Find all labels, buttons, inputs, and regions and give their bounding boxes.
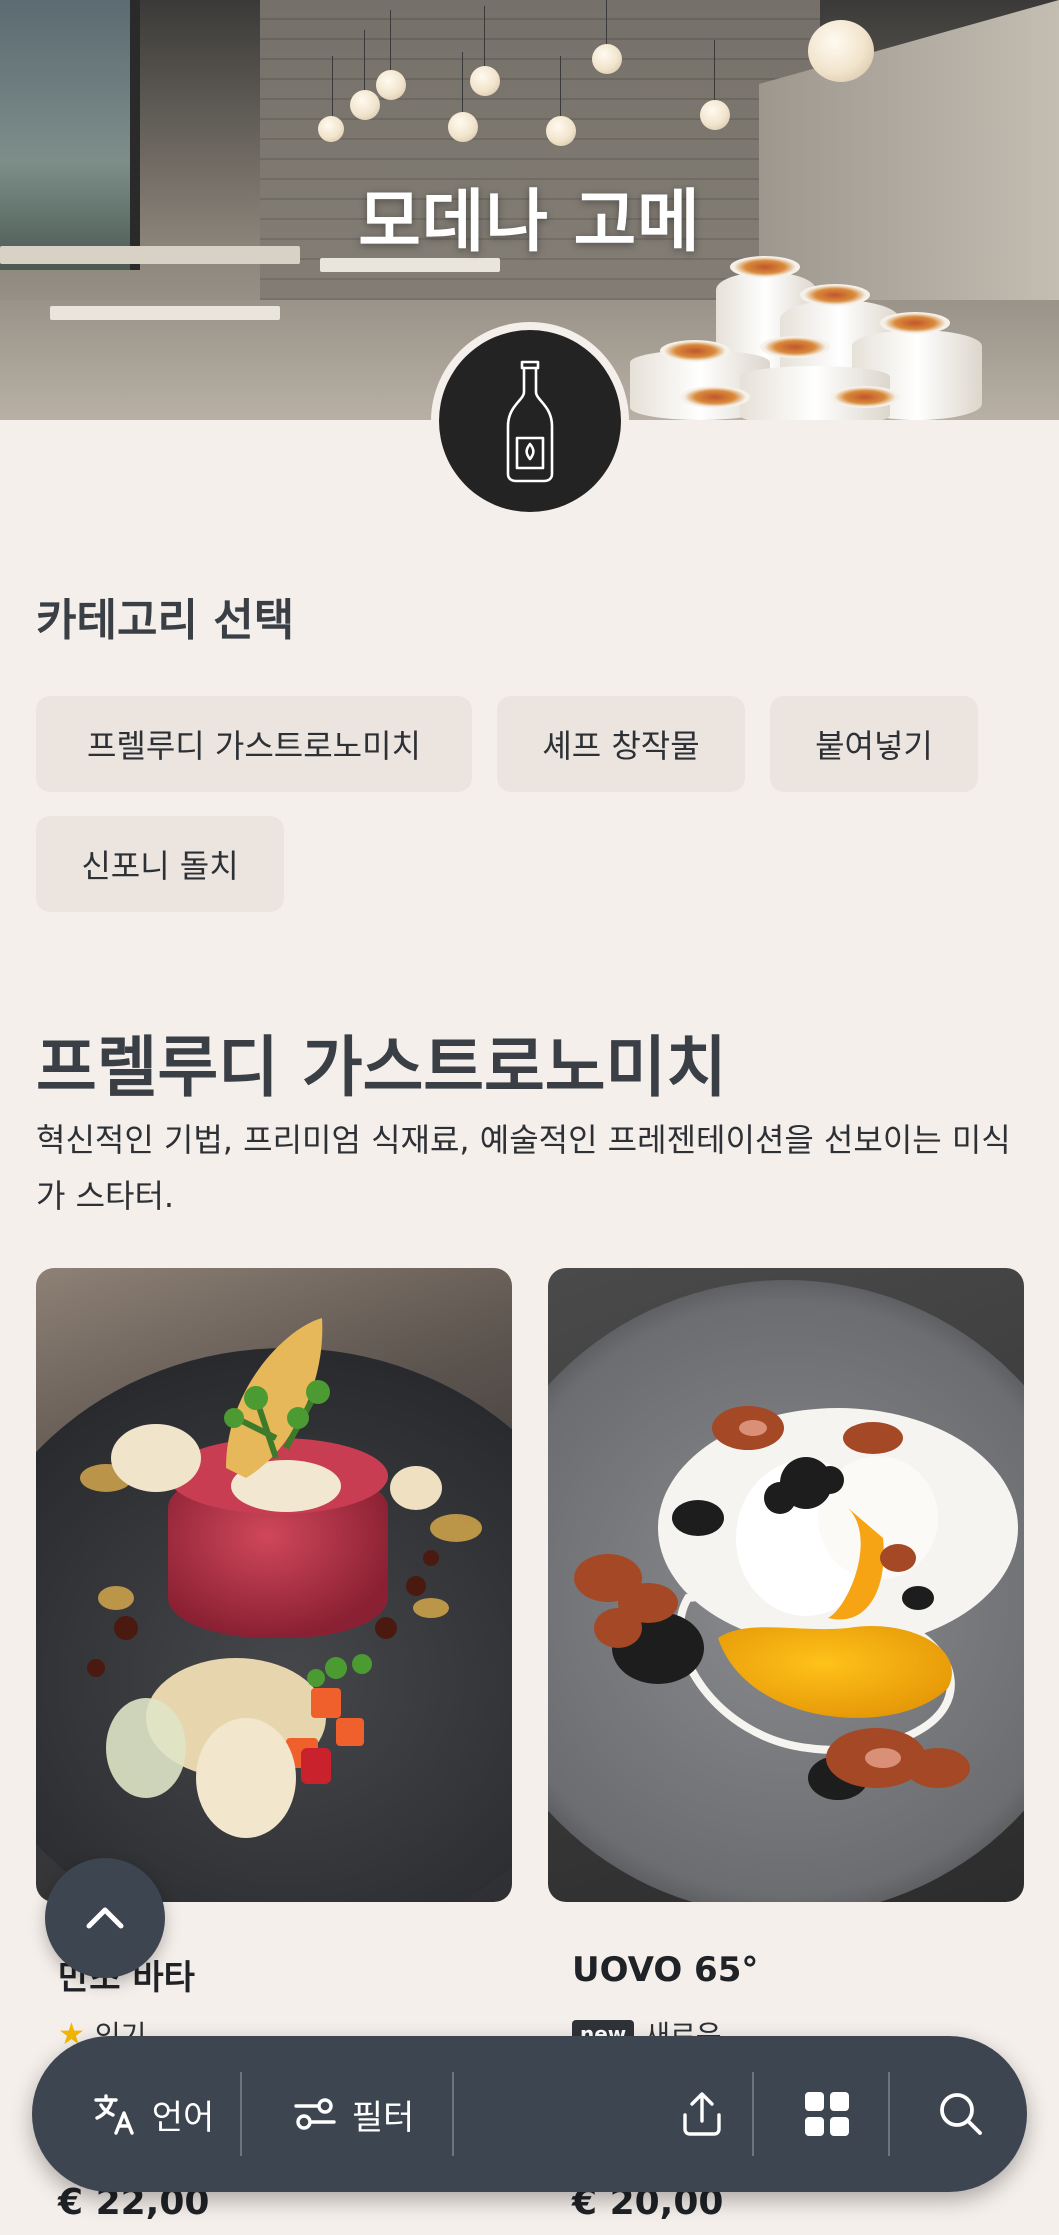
- category-chip-pasta[interactable]: 붙여넣기: [770, 696, 978, 792]
- share-icon: [683, 2092, 721, 2136]
- poached-egg-photo: [548, 1280, 1024, 1902]
- category-description: 혁신적인 기법, 프리미엄 식재료, 예술적인 프레젠테이션을 선보이는 미식가…: [36, 1121, 1011, 1215]
- pendant-lamp: [318, 56, 344, 142]
- toolbar-divider: [752, 2072, 754, 2156]
- bottle-icon: [506, 360, 554, 483]
- beef-tartare-photo: [36, 1318, 512, 1902]
- toolbar-divider: [888, 2072, 890, 2156]
- language-button[interactable]: 언어: [68, 2036, 238, 2192]
- toolbar-divider: [240, 2072, 242, 2156]
- pendant-lamp: [546, 56, 576, 146]
- dish-name: UOVO 65°: [572, 1950, 759, 1990]
- bottom-toolbar: 언어 필터: [32, 2036, 1027, 2192]
- share-button[interactable]: [642, 2036, 762, 2192]
- pendant-lamp: [448, 52, 478, 142]
- category-chip-label: 신포니 돌치: [81, 847, 239, 885]
- search-button[interactable]: [898, 2036, 1024, 2192]
- restaurant-title: 모데나 고메: [358, 183, 701, 262]
- filter-label: 필터: [351, 2097, 415, 2138]
- buffet-dish: [760, 336, 830, 358]
- pendant-lamp: [700, 40, 730, 130]
- buffet-dish: [830, 386, 900, 408]
- category-chip-chef[interactable]: 셰프 창작물: [497, 696, 745, 792]
- language-label: 언어: [151, 2097, 215, 2138]
- pendant-lamp: [808, 0, 874, 82]
- category-chip-dessert[interactable]: 신포니 돌치: [36, 816, 284, 912]
- grid-view-button[interactable]: [762, 2036, 892, 2192]
- chevron-up-icon: [86, 1907, 124, 1929]
- logo-badge: [439, 330, 621, 512]
- dining-table: [50, 306, 280, 320]
- toolbar-divider: [452, 2072, 454, 2156]
- pendant-lamp: [350, 30, 380, 120]
- scroll-to-top-button[interactable]: [45, 1858, 165, 1978]
- dish-image-manzo-battuta[interactable]: [36, 1268, 512, 1902]
- dish-image-uovo-65[interactable]: [548, 1268, 1024, 1902]
- category-chip-prelude[interactable]: 프렐루디 가스트로노미치: [36, 696, 472, 792]
- pendant-lamp: [470, 6, 500, 96]
- category-chip-label: 프렐루디 가스트로노미치: [86, 727, 421, 765]
- grid-icon: [805, 2092, 849, 2136]
- buffet-dish: [660, 340, 730, 362]
- buffet-dish: [680, 386, 750, 408]
- pendant-lamp: [376, 10, 406, 100]
- category-chip-label: 셰프 창작물: [542, 727, 700, 765]
- filter-button[interactable]: 필터: [278, 2036, 428, 2192]
- search-icon: [940, 2093, 982, 2135]
- buffet-dish: [880, 312, 950, 334]
- filter-icon: [294, 2098, 336, 2130]
- translate-icon: [94, 2094, 134, 2135]
- category-chip-label: 붙여넣기: [815, 727, 933, 765]
- restaurant-logo: [431, 322, 629, 520]
- pendant-lamp: [592, 0, 622, 74]
- category-title: 프렐루디 가스트로노미치: [36, 1029, 727, 1106]
- buffet-dish: [800, 284, 870, 306]
- category-select-label: 카테고리 선택: [36, 595, 295, 646]
